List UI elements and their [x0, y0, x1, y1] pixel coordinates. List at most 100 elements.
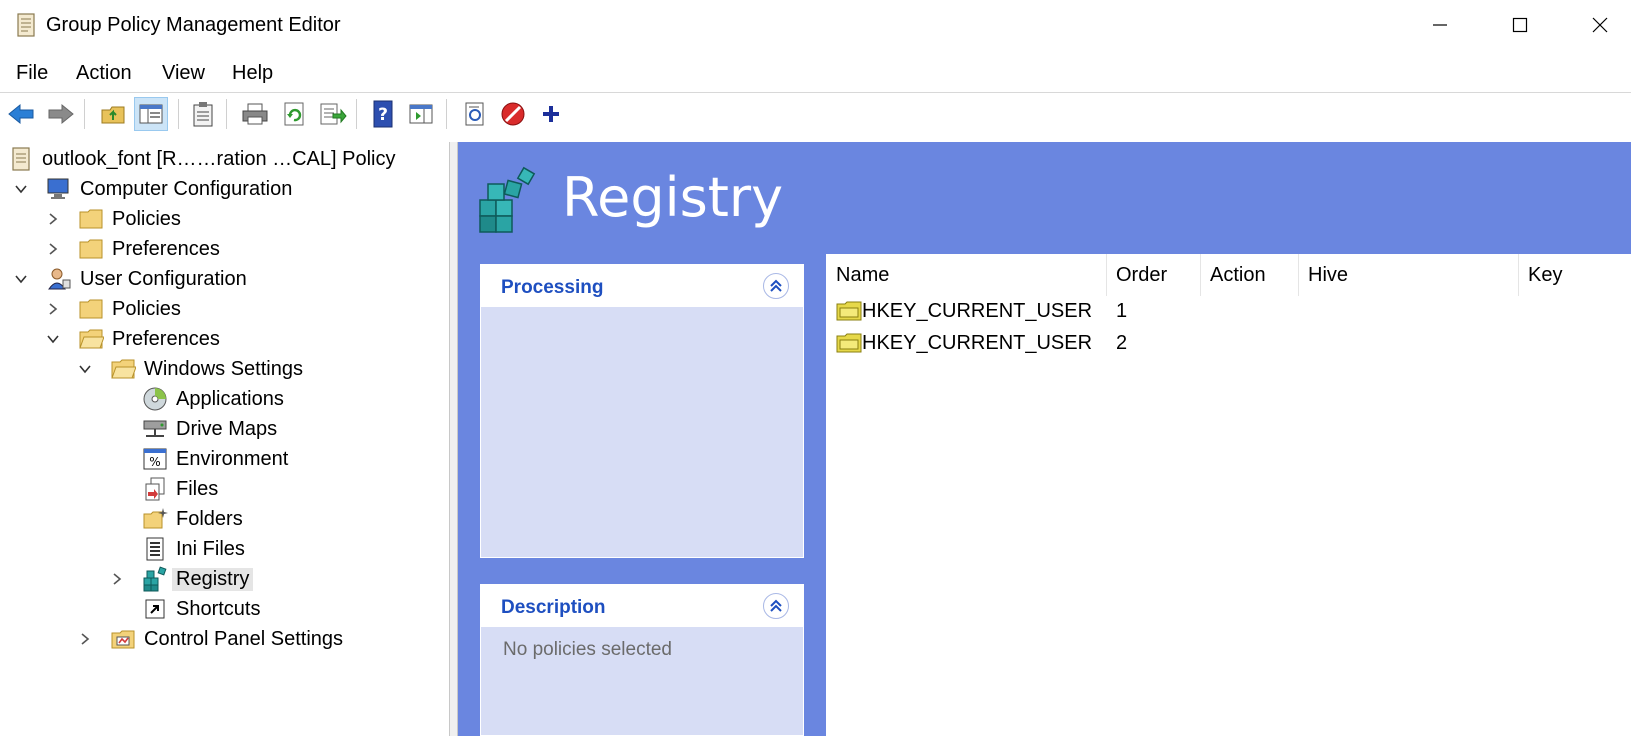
double-chevron-up-icon: [770, 279, 782, 292]
chevron-right-icon[interactable]: [46, 212, 60, 226]
show-hide-tree-button[interactable]: [134, 97, 168, 131]
list-item[interactable]: HKEY_CURRENT_USER 1: [826, 296, 1631, 328]
column-action[interactable]: Action: [1210, 264, 1266, 287]
column-key[interactable]: Key: [1528, 264, 1562, 287]
tree-item-root[interactable]: outlook_font [R……ration …CAL] Policy: [8, 144, 396, 174]
show-hide-tree-icon: [139, 104, 163, 124]
title-bar: Group Policy Management Editor: [0, 0, 1631, 52]
tree-item-shortcuts[interactable]: Shortcuts: [142, 594, 260, 624]
row-name: HKEY_CURRENT_USER: [862, 332, 1093, 354]
double-chevron-up-icon: [770, 599, 782, 612]
column-name[interactable]: Name: [836, 264, 889, 287]
description-panel: Description No policies selected: [480, 584, 804, 736]
print-button[interactable]: [238, 97, 272, 131]
tree-label: Preferences: [112, 327, 220, 350]
stop-button[interactable]: [496, 97, 530, 131]
folder-icon: [79, 209, 103, 229]
row-order: 1: [1116, 300, 1128, 322]
description-header: Description: [481, 585, 803, 627]
registry-folder-icon: [836, 333, 862, 353]
up-folder-icon: [101, 106, 125, 124]
tree-label: Files: [176, 477, 219, 500]
processing-title: Processing: [501, 277, 604, 298]
tree-item-ini-files[interactable]: Ini Files: [142, 534, 245, 564]
up-level-button[interactable]: [96, 97, 130, 131]
tree-item-files[interactable]: Files: [142, 474, 218, 504]
policy-scroll-icon: [12, 147, 30, 171]
shortcut-arrow-icon: [145, 599, 165, 619]
properties-button[interactable]: [458, 97, 492, 131]
list-item[interactable]: HKEY_CURRENT_USER 2: [826, 328, 1631, 360]
console-tree: outlook_font [R……ration …CAL] Policy Com…: [0, 142, 450, 736]
column-hive[interactable]: Hive: [1308, 264, 1348, 287]
tree-label: Registry: [172, 567, 254, 591]
clipboard-icon: [193, 102, 213, 127]
pane-splitter[interactable]: [450, 142, 458, 736]
back-button[interactable]: [4, 97, 38, 131]
chevron-down-icon[interactable]: [78, 362, 92, 376]
tree-item-uc-policies[interactable]: Policies: [46, 294, 181, 324]
forward-button[interactable]: [44, 97, 78, 131]
tree-item-computer-configuration[interactable]: Computer Configuration: [14, 174, 292, 204]
chevron-right-icon[interactable]: [46, 242, 60, 256]
menu-bar: File Action View Help: [0, 52, 1631, 90]
ini-file-icon: [146, 537, 164, 561]
chevron-down-icon[interactable]: [14, 272, 28, 286]
menu-view[interactable]: View: [162, 62, 205, 85]
files-icon: [145, 477, 165, 501]
toolbar: ?: [0, 92, 1631, 134]
close-icon: [1592, 17, 1608, 33]
tree-item-environment[interactable]: % Environment: [142, 444, 288, 474]
action-pane-button[interactable]: [404, 97, 438, 131]
tree-label: Environment: [176, 447, 289, 470]
tree-item-folders[interactable]: Folders: [142, 504, 243, 534]
action-pane-icon: [409, 104, 433, 124]
tree-item-applications[interactable]: Applications: [142, 384, 284, 414]
tree-label: Applications: [176, 387, 284, 410]
tree-item-cc-preferences[interactable]: Preferences: [46, 234, 220, 264]
chevron-right-icon[interactable]: [46, 302, 60, 316]
menu-action[interactable]: Action: [76, 62, 132, 85]
registry-folder-icon: [836, 301, 862, 321]
chevron-right-icon[interactable]: [78, 632, 92, 646]
tree-label: Computer Configuration: [80, 177, 293, 200]
close-button[interactable]: [1564, 0, 1631, 50]
add-button[interactable]: [534, 97, 568, 131]
tree-item-user-configuration[interactable]: User Configuration: [14, 264, 247, 294]
collapse-description-button[interactable]: [763, 593, 789, 619]
processing-header: Processing: [481, 265, 803, 307]
column-order[interactable]: Order: [1116, 264, 1167, 287]
clipboard-button[interactable]: [186, 97, 220, 131]
tree-label: User Configuration: [80, 267, 247, 290]
tree-item-control-panel-settings[interactable]: Control Panel Settings: [78, 624, 343, 654]
row-name: HKEY_CURRENT_USER: [862, 300, 1093, 322]
properties-icon: [465, 102, 484, 126]
help-button[interactable]: ?: [366, 97, 400, 131]
maximize-button[interactable]: [1484, 0, 1556, 50]
minimize-button[interactable]: [1404, 0, 1476, 50]
tree-item-cc-policies[interactable]: Policies: [46, 204, 181, 234]
open-folder-icon: [111, 359, 136, 379]
menu-help[interactable]: Help: [232, 62, 273, 85]
refresh-button[interactable]: [278, 97, 312, 131]
menu-file[interactable]: File: [16, 62, 48, 85]
tree-item-registry[interactable]: Registry: [110, 564, 254, 594]
back-arrow-icon: [8, 103, 34, 125]
tree-item-drive-maps[interactable]: Drive Maps: [142, 414, 277, 444]
tree-label: Policies: [112, 297, 181, 320]
chevron-right-icon[interactable]: [110, 572, 124, 586]
tree-label: Preferences: [112, 237, 220, 260]
window-title: Group Policy Management Editor: [46, 14, 341, 36]
print-icon: [242, 103, 268, 125]
chevron-down-icon[interactable]: [14, 182, 28, 196]
chevron-down-icon[interactable]: [46, 332, 60, 346]
export-list-icon: [320, 103, 347, 125]
export-list-button[interactable]: [316, 97, 350, 131]
tree-item-uc-preferences[interactable]: Preferences: [46, 324, 220, 354]
tree-label: Control Panel Settings: [144, 627, 344, 650]
cd-disc-icon: [143, 387, 167, 411]
control-panel-icon: [111, 630, 135, 649]
collapse-processing-button[interactable]: [763, 273, 789, 299]
description-title: Description: [501, 597, 606, 618]
tree-item-windows-settings[interactable]: Windows Settings: [78, 354, 303, 384]
